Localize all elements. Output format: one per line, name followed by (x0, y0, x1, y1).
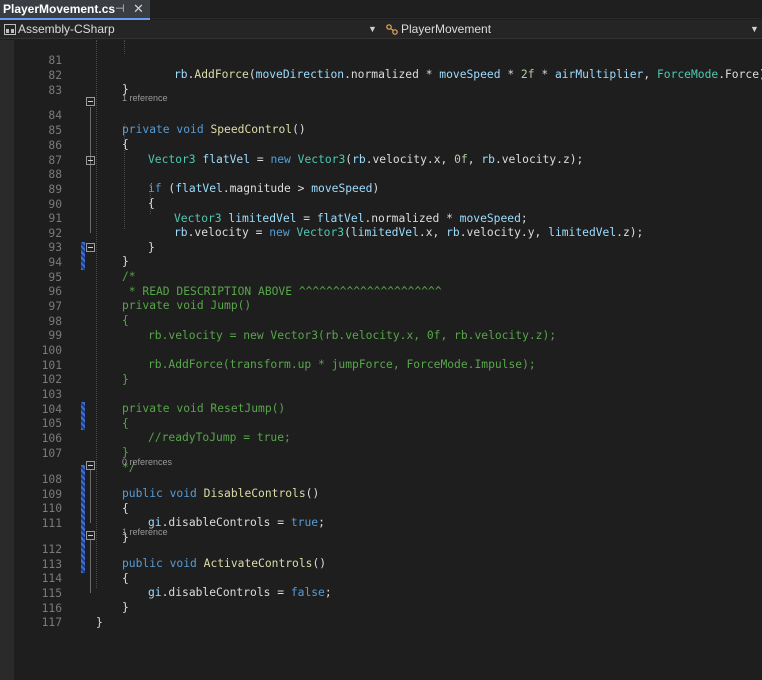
code-line: 95 * READ DESCRIPTION ABOVE ^^^^^^^^^^^^… (48, 270, 442, 299)
code-line: 106 } (41, 431, 129, 460)
class-icon (386, 24, 398, 35)
code-line: 101 } (41, 358, 129, 387)
csharp-project-icon (4, 24, 16, 35)
code-line: 85 { (48, 123, 129, 152)
tab-bar: PlayerMovement.cs ⊣ ✕ (0, 0, 762, 20)
code-line: 109 { (41, 487, 129, 516)
code-line: 114 gi.disableControls = false; (41, 571, 332, 600)
code-line: 100 rb.AddForce(transform.up * jumpForce… (41, 343, 536, 372)
code-line: 104 { (41, 402, 129, 431)
member-name: PlayerMovement (401, 22, 492, 36)
close-icon[interactable]: ✕ (133, 0, 144, 18)
code-line: 107 */ (41, 446, 136, 475)
code-line: 83 (48, 83, 62, 97)
code-line: 93 } (48, 240, 129, 269)
navigation-bar: Assembly-CSharp ▼ PlayerMovement ▼ (0, 20, 762, 39)
project-name: Assembly-CSharp (18, 22, 115, 36)
code-line: 116 } (41, 601, 103, 630)
code-line: 110 gi.disableControls = true; (41, 501, 325, 530)
code-line: 99 (48, 328, 62, 342)
code-line: 87 (48, 153, 62, 167)
code-line: 89 { (48, 182, 155, 211)
code-line: 86 Vector3 flatVel = new Vector3(rb.velo… (48, 138, 584, 167)
code-line: 105 //readyToJump = true; (41, 416, 291, 445)
tab-title: PlayerMovement.cs (3, 2, 116, 16)
codelens-line: 1 reference (0, 517, 762, 537)
chevron-down-icon: ▼ (750, 24, 759, 34)
code-line: 90 Vector3 limitedVel = flatVel.normaliz… (48, 197, 528, 226)
codelens-line: 1 reference (0, 83, 762, 103)
code-line: 96 private void Jump() (48, 284, 252, 313)
code-line: 113 { (41, 557, 129, 586)
code-line: 117 (41, 615, 62, 629)
code-line: 108 public void DisableControls() (41, 472, 320, 501)
code-line: 111 } (41, 516, 129, 545)
codelens-line: 0 references (0, 447, 762, 467)
project-dropdown[interactable]: Assembly-CSharp ▼ (0, 20, 378, 39)
chevron-down-icon: ▼ (368, 24, 377, 34)
code-line: 84 private void SpeedControl() (48, 108, 306, 137)
code-line: 94 /* (48, 255, 136, 284)
member-dropdown[interactable]: PlayerMovement ▼ (384, 20, 762, 39)
code-line: 98 rb.velocity = new Vector3(rb.velocity… (48, 314, 557, 343)
code-line: 92 } (48, 226, 155, 255)
code-line: 112 public void ActivateControls() (41, 542, 327, 571)
code-line: 81 rb.AddForce(moveDirection.normalized … (48, 53, 762, 82)
code-line: 88 if (flatVel.magnitude > moveSpeed) (48, 167, 380, 196)
tab-playermovement[interactable]: PlayerMovement.cs ⊣ ✕ (0, 0, 150, 20)
code-line: 82 } (48, 68, 129, 97)
code-line: 115 } (41, 586, 129, 615)
code-line: 91 rb.velocity = new Vector3(limitedVel.… (48, 211, 644, 240)
code-line: 97 { (48, 299, 129, 328)
pin-icon[interactable]: ⊣ (115, 0, 125, 18)
code-editor[interactable]: 81 rb.AddForce(moveDirection.normalized … (0, 40, 762, 680)
code-line: 103 private void ResetJump() (41, 387, 286, 416)
code-line: 102 (41, 372, 62, 386)
